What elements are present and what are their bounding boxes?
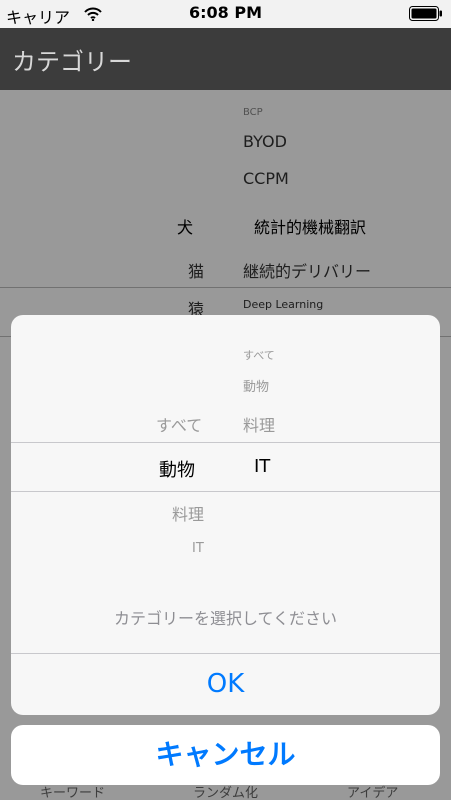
category-picker[interactable]: すべて 動物 料理 すべて 動物 IT 料理 IT <box>11 315 440 599</box>
picker-item[interactable]: 料理 <box>243 412 275 436</box>
cancel-button[interactable]: キャンセル <box>11 725 440 785</box>
category-action-sheet: すべて 動物 料理 すべて 動物 IT 料理 IT カテゴリーを選択してください… <box>11 315 440 715</box>
clock: 6:08 PM <box>188 3 262 22</box>
picker-item[interactable]: 料理 <box>172 501 204 525</box>
picker-selected-subcategory[interactable]: IT <box>254 456 270 477</box>
nav-bar: カテゴリー <box>0 28 451 90</box>
picker-item[interactable]: すべて <box>243 347 275 363</box>
picker-item[interactable]: 動物 <box>243 376 269 395</box>
picker-selection-band <box>11 442 440 492</box>
page-title: カテゴリー <box>12 48 132 76</box>
status-bar: キャリア 6:08 PM <box>0 0 451 28</box>
sheet-message: カテゴリーを選択してください <box>113 609 338 628</box>
picker-item[interactable]: IT <box>192 541 204 556</box>
picker-selected-category[interactable]: 動物 <box>159 456 195 482</box>
ok-button[interactable]: OK <box>11 654 440 715</box>
picker-item[interactable]: すべて <box>156 412 202 436</box>
battery-icon <box>409 6 443 21</box>
